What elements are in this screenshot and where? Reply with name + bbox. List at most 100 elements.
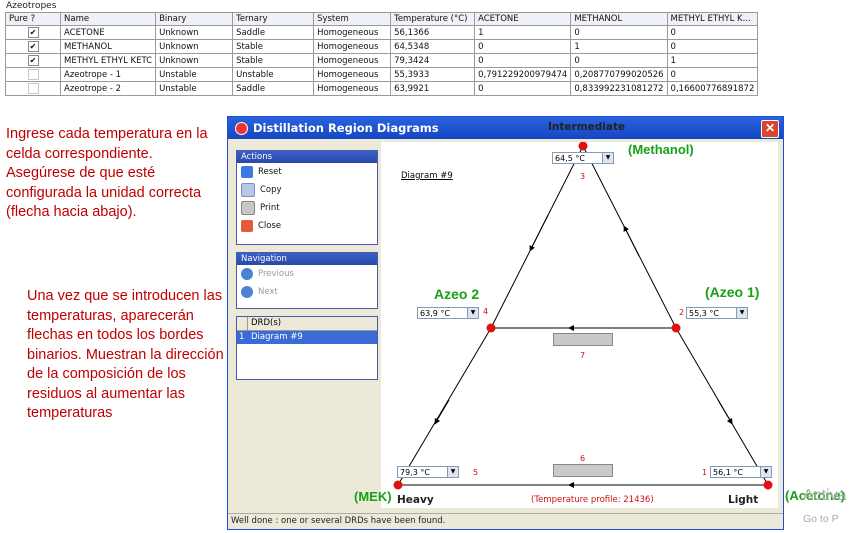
copy-action[interactable]: Copy <box>237 181 377 199</box>
chevron-down-icon[interactable]: ▼ <box>760 467 771 477</box>
table-cell-ternary[interactable]: Saddle <box>232 25 315 40</box>
close-label: Close <box>258 221 282 231</box>
table-cell-name[interactable]: Azeotrope - 2 <box>59 81 157 96</box>
table-cell-mek[interactable]: 0 <box>666 39 759 54</box>
annotation-methanol: (Methanol) <box>628 142 694 157</box>
copy-label: Copy <box>260 185 282 195</box>
navigation-panel: Navigation Previous Next <box>236 252 378 309</box>
table-cell-mek[interactable]: 0,16600776891872 <box>666 81 759 96</box>
table-cell-acetone[interactable]: 0,791229200979474 <box>474 67 572 82</box>
pure-checkbox[interactable]: ✔ <box>27 27 39 38</box>
table-cell-temperature[interactable]: 56,1366 <box>390 25 476 40</box>
pure-checkbox-cell[interactable]: ✔ <box>5 25 61 40</box>
arrow-azeo2-to-heavy <box>434 399 450 425</box>
table-cell-acetone[interactable]: 0 <box>474 53 572 68</box>
col-header[interactable]: Binary <box>155 12 234 26</box>
col-header[interactable]: Ternary <box>232 12 315 26</box>
node-number-azeo1: 2 <box>679 308 685 317</box>
table-cell-methanol[interactable]: 0,833992231081272 <box>570 81 668 96</box>
table-row[interactable]: Azeotrope - 1 Unstable Unstable Homogeneous… <box>5 67 759 82</box>
table-cell-acetone[interactable]: 1 <box>474 25 572 40</box>
temp-input-azeo1[interactable]: 55,3 °C ▼ <box>686 307 748 319</box>
table-cell-temperature[interactable]: 55,3933 <box>390 67 476 82</box>
table-cell-methanol[interactable]: 1 <box>570 39 668 54</box>
table-cell-name[interactable]: ACETONE <box>59 25 157 40</box>
table-cell-methanol[interactable]: 0 <box>570 25 668 40</box>
table-cell-binary[interactable]: Unknown <box>155 25 234 40</box>
table-cell-system[interactable]: Homogeneous <box>313 67 392 82</box>
table-cell-acetone[interactable]: 0 <box>474 39 572 54</box>
reset-action[interactable]: Reset <box>237 163 377 181</box>
vertex-label-light: Light <box>728 494 759 506</box>
table-cell-name[interactable]: METHANOL <box>59 39 157 54</box>
temp-input-light[interactable]: 56,1 °C ▼ <box>710 466 772 478</box>
table-row[interactable]: ✔ METHYL ETHYL KETC Unknown Stable Homogeneo… <box>5 53 759 68</box>
table-cell-ternary[interactable]: Unstable <box>232 67 315 82</box>
table-cell-system[interactable]: Homogeneous <box>313 53 392 68</box>
table-cell-binary[interactable]: Unstable <box>155 81 234 96</box>
col-header[interactable]: METHANOL <box>570 12 668 26</box>
table-row[interactable]: Azeotrope - 2 Unstable Saddle Homogeneous 63… <box>5 81 759 96</box>
window-close-button[interactable]: ✕ <box>761 120 779 138</box>
reset-icon <box>241 165 253 178</box>
table-cell-system[interactable]: Homogeneous <box>313 25 392 40</box>
pure-checkbox[interactable] <box>27 69 39 80</box>
table-cell-mek[interactable]: 0 <box>666 25 759 40</box>
table-cell-acetone[interactable]: 0 <box>474 81 572 96</box>
table-cell-methanol[interactable]: 0 <box>570 53 668 68</box>
previous-action[interactable]: Previous <box>237 265 377 283</box>
table-cell-mek[interactable]: 1 <box>666 53 759 68</box>
azeotropes-table: Pure ? Name Binary Ternary System Temper… <box>5 12 759 96</box>
pure-checkbox-cell[interactable]: ✔ <box>5 53 61 68</box>
table-row[interactable]: ✔ METHANOL Unknown Stable Homogeneous 64,5348… <box>5 39 759 54</box>
table-cell-binary[interactable]: Unknown <box>155 53 234 68</box>
next-action[interactable]: Next <box>237 283 377 301</box>
edge-number-bottom: 6 <box>580 454 586 463</box>
col-header[interactable]: ACETONE <box>474 12 572 26</box>
col-header[interactable]: Pure ? <box>5 12 61 26</box>
table-cell-mek[interactable]: 0 <box>666 67 759 82</box>
col-header[interactable]: Temperature (°C) <box>390 12 476 26</box>
table-cell-name[interactable]: METHYL ETHYL KETC <box>59 53 157 68</box>
window-titlebar[interactable]: Distillation Region Diagrams ✕ <box>228 117 783 139</box>
chevron-down-icon[interactable]: ▼ <box>447 467 458 477</box>
table-cell-binary[interactable]: Unstable <box>155 67 234 82</box>
annotation-mek: (MEK) <box>354 489 392 504</box>
table-cell-methanol[interactable]: 0,208770799020526 <box>570 67 668 82</box>
pure-checkbox[interactable] <box>27 83 39 94</box>
node-number-heavy: 5 <box>473 468 479 477</box>
node-number-top: 3 <box>580 172 586 181</box>
table-cell-binary[interactable]: Unknown <box>155 39 234 54</box>
drd-list-item[interactable]: 1 Diagram #9 <box>237 331 377 344</box>
chevron-down-icon[interactable]: ▼ <box>467 308 478 318</box>
table-cell-temperature[interactable]: 64,5348 <box>390 39 476 54</box>
pure-checkbox-cell[interactable] <box>5 81 61 96</box>
pure-checkbox[interactable]: ✔ <box>27 55 39 66</box>
chevron-down-icon[interactable]: ▼ <box>602 153 613 163</box>
table-cell-ternary[interactable]: Stable <box>232 39 315 54</box>
table-cell-temperature[interactable]: 63,9921 <box>390 81 476 96</box>
close-icon <box>241 219 253 232</box>
table-cell-system[interactable]: Homogeneous <box>313 39 392 54</box>
annotation-azeo1: (Azeo 1) <box>705 284 760 300</box>
table-cell-ternary[interactable]: Saddle <box>232 81 315 96</box>
table-cell-name[interactable]: Azeotrope - 1 <box>59 67 157 82</box>
col-header[interactable]: METHYL ETHYL K... <box>666 12 759 26</box>
temp-input-top[interactable]: 64,5 °C ▼ <box>552 152 614 164</box>
table-cell-temperature[interactable]: 79,3424 <box>390 53 476 68</box>
pure-checkbox-cell[interactable] <box>5 67 61 82</box>
close-action[interactable]: Close <box>237 217 377 235</box>
col-header[interactable]: Name <box>59 12 157 26</box>
table-cell-system[interactable]: Homogeneous <box>313 81 392 96</box>
table-row[interactable]: ✔ ACETONE Unknown Saddle Homogeneous 56,1366 1… <box>5 25 759 40</box>
navigation-header: Navigation <box>237 253 377 265</box>
temp-input-azeo2[interactable]: 63,9 °C ▼ <box>417 307 479 319</box>
azeotropes-title: Azeotropes <box>6 1 57 11</box>
temp-input-heavy[interactable]: 79,3 °C ▼ <box>397 466 459 478</box>
pure-checkbox[interactable]: ✔ <box>27 41 39 52</box>
pure-checkbox-cell[interactable]: ✔ <box>5 39 61 54</box>
print-action[interactable]: Print <box>237 199 377 217</box>
chevron-down-icon[interactable]: ▼ <box>736 308 747 318</box>
col-header[interactable]: System <box>313 12 392 26</box>
table-cell-ternary[interactable]: Stable <box>232 53 315 68</box>
